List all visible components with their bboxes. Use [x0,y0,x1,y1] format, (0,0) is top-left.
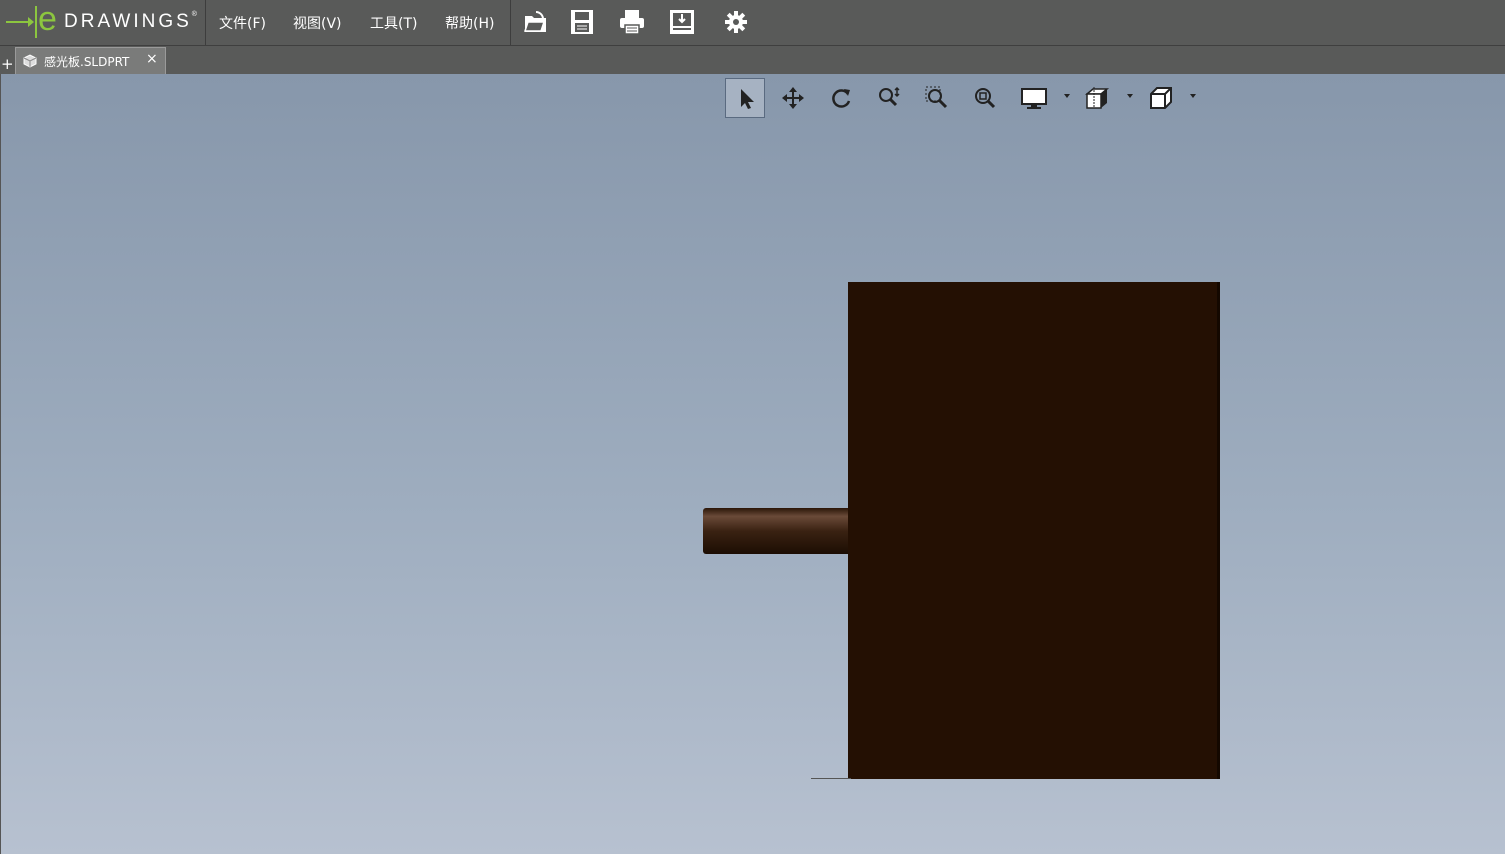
rotate-icon[interactable] [821,78,861,118]
model-cylinder [703,508,851,554]
logo-wordmark: DRAWINGS® [64,11,197,33]
tab-label: 感光板.SLDPRT [44,55,130,69]
model-viewport[interactable] [0,74,1505,854]
tab-document[interactable]: 感光板.SLDPRT × [15,47,166,74]
section-view-icon[interactable] [1077,78,1117,118]
menu-view[interactable]: 视图(V) [293,13,342,33]
logo-word: DRAWINGS [64,11,192,32]
logo-arrow [28,17,34,27]
standard-views-dropdown-icon[interactable] [1190,94,1196,98]
title-bar: e DRAWINGS® 文件(F) 视图(V) 工具(T) 帮助(H) [0,0,1505,46]
save-icon[interactable] [568,8,596,36]
part-file-icon [22,53,38,69]
logo-e: e [38,0,57,38]
display-style-icon[interactable] [1013,78,1053,118]
separator [205,0,206,45]
open-icon[interactable] [522,8,550,36]
tab-bar [0,46,1505,74]
new-tab-button[interactable]: + [1,55,14,73]
logo-bar [35,6,37,38]
select-icon[interactable] [725,78,765,118]
logo-line [6,21,30,23]
separator [510,0,511,45]
settings-icon[interactable] [722,8,750,36]
edrawings-logo: e DRAWINGS® [6,0,197,40]
display-style-dropdown-icon[interactable] [1064,94,1070,98]
pan-icon[interactable] [773,78,813,118]
section-view-dropdown-icon[interactable] [1127,94,1133,98]
tab-close-button[interactable]: × [146,51,158,67]
model-plate [848,282,1220,779]
model-edge [811,778,851,779]
zoom-to-area-icon[interactable] [917,78,957,118]
logo-registered: ® [191,11,197,18]
menu-help[interactable]: 帮助(H) [445,13,494,33]
standard-views-icon[interactable] [1141,78,1181,118]
menu-tools[interactable]: 工具(T) [370,13,417,33]
menu-file[interactable]: 文件(F) [219,13,266,33]
zoom-icon[interactable] [869,78,909,118]
markup-icon[interactable] [668,8,696,36]
zoom-to-fit-icon[interactable] [965,78,1005,118]
print-icon[interactable] [618,8,646,36]
